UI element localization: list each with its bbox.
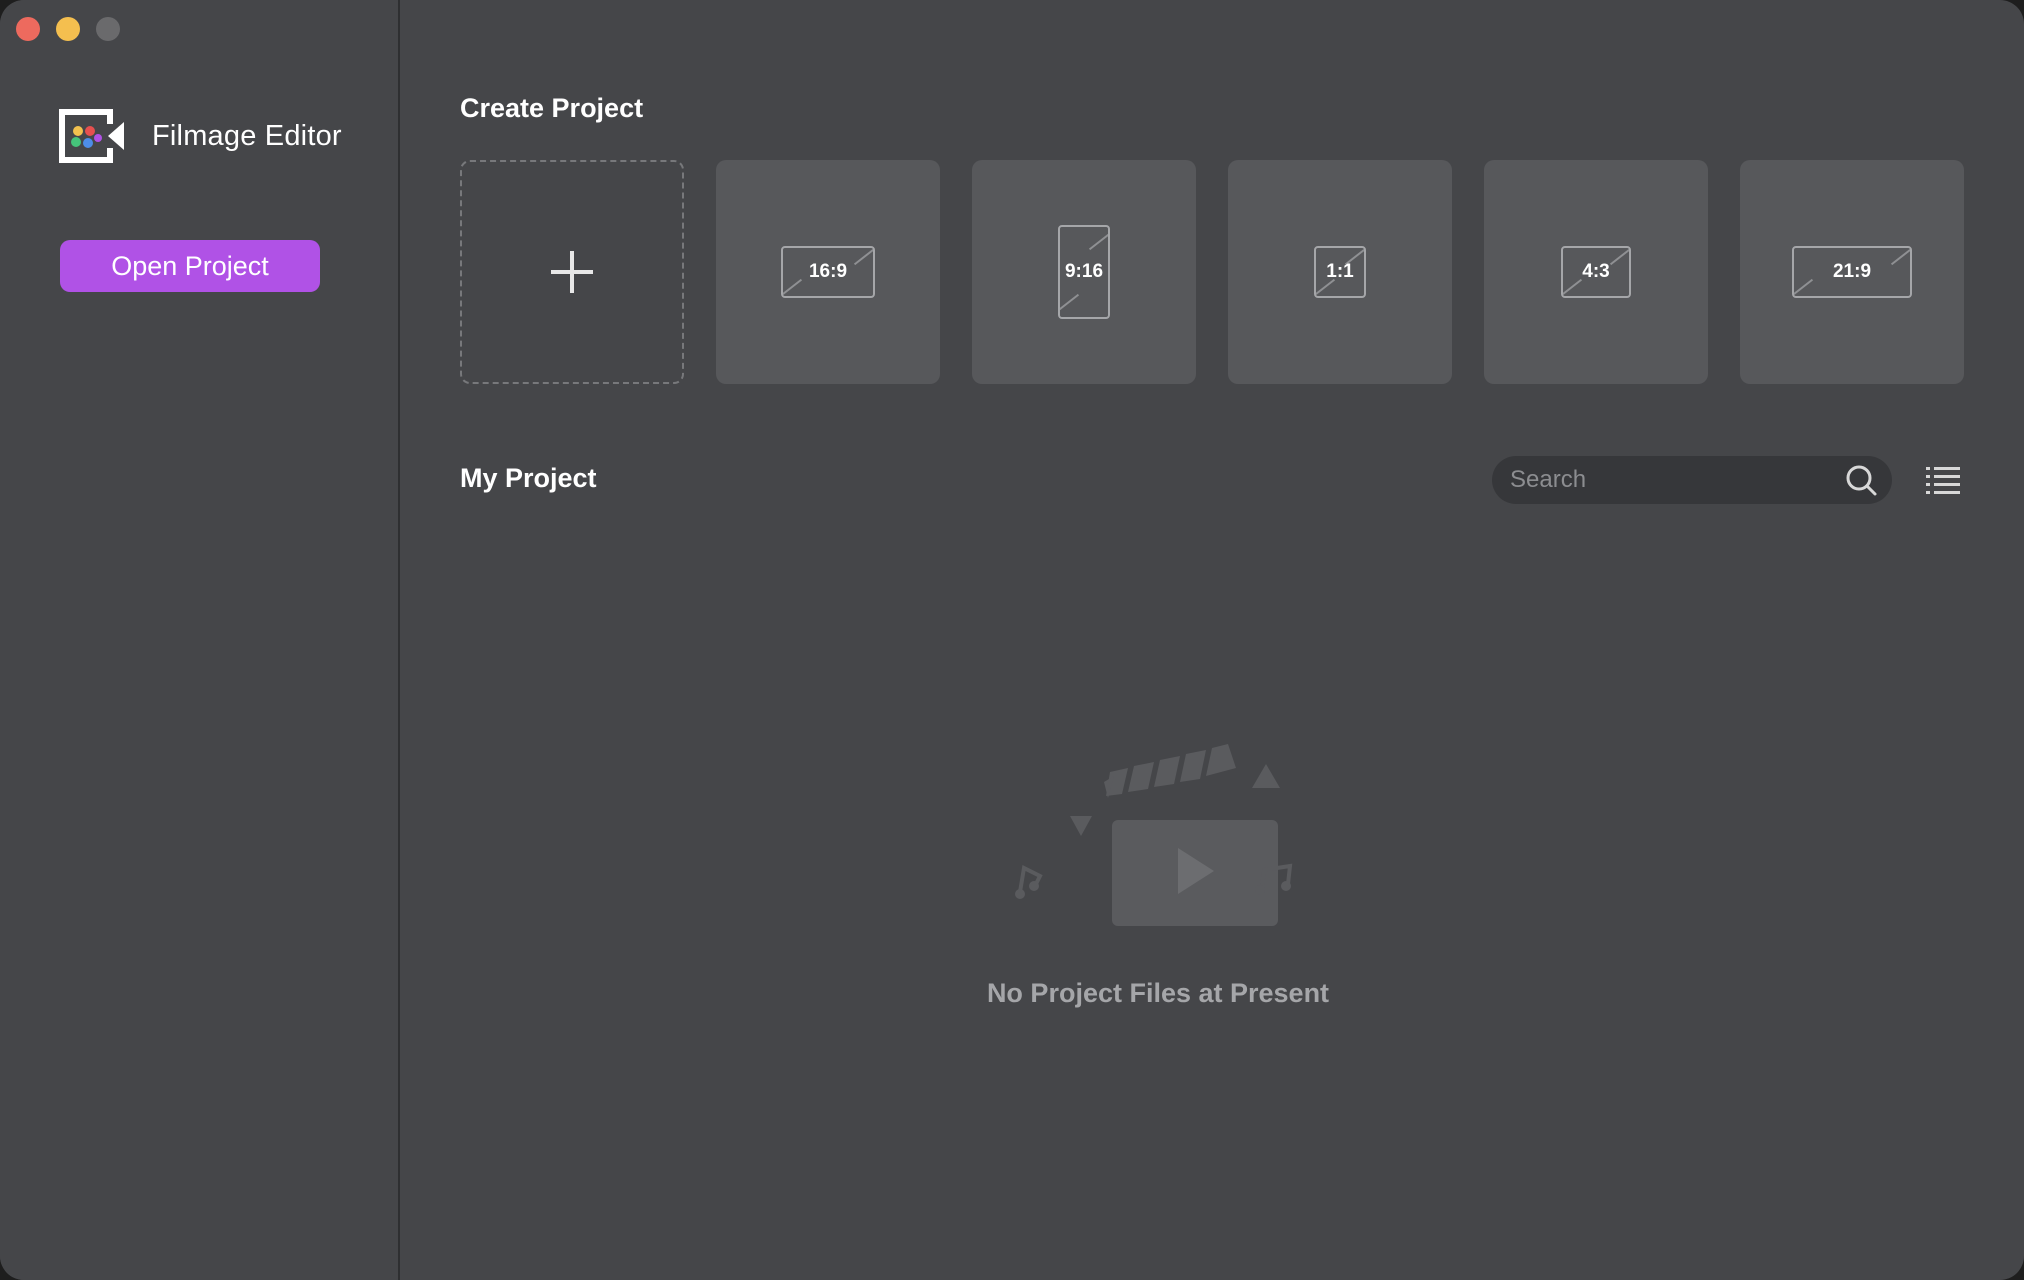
ratio-label: 21:9 <box>1832 261 1872 282</box>
ratio-label: 16:9 <box>808 261 848 282</box>
ratio-21-9-icon: 21:9 <box>1792 246 1912 298</box>
create-project-heading: Create Project <box>460 93 644 123</box>
list-view-icon[interactable] <box>1926 464 1960 496</box>
zoom-window-button[interactable] <box>96 17 120 41</box>
main-content: Create Project 16:9 9:16 1:1 4:3 21:9 My… <box>402 0 2024 1280</box>
open-project-button[interactable]: Open Project <box>60 240 320 292</box>
search-box[interactable] <box>1492 456 1892 504</box>
ratio-tile-16-9[interactable]: 16:9 <box>716 160 940 384</box>
search-input[interactable] <box>1508 465 1844 495</box>
plus-icon <box>551 251 593 293</box>
close-window-button[interactable] <box>16 17 40 41</box>
ratio-tile-9-16[interactable]: 9:16 <box>972 160 1196 384</box>
ratio-tile-4-3[interactable]: 4:3 <box>1484 160 1708 384</box>
sidebar: Filmage Editor Open Project <box>0 0 400 1280</box>
ratio-tile-21-9[interactable]: 21:9 <box>1740 160 1964 384</box>
app-brand: Filmage Editor <box>58 108 342 164</box>
app-window: Filmage Editor Open Project Create Proje… <box>0 0 2024 1280</box>
ratio-label: 4:3 <box>1582 261 1610 282</box>
new-project-tile[interactable] <box>460 160 684 384</box>
app-logo-icon <box>59 109 124 163</box>
empty-state-clapperboard-icon <box>1015 744 1293 926</box>
ratio-label: 1:1 <box>1326 261 1354 282</box>
minimize-window-button[interactable] <box>56 17 80 41</box>
ratio-16-9-icon: 16:9 <box>781 246 875 298</box>
ratio-9-16-icon: 9:16 <box>1058 225 1110 319</box>
empty-state-message: No Project Files at Present <box>986 978 1330 1008</box>
ratio-1-1-icon: 1:1 <box>1314 246 1366 298</box>
ratio-tile-1-1[interactable]: 1:1 <box>1228 160 1452 384</box>
ratio-label: 9:16 <box>1064 261 1104 282</box>
search-icon[interactable] <box>1844 463 1878 497</box>
create-project-tiles: 16:9 9:16 1:1 4:3 21:9 <box>460 160 1964 384</box>
my-project-heading: My Project <box>460 463 597 493</box>
app-name: Filmage Editor <box>152 119 342 152</box>
ratio-4-3-icon: 4:3 <box>1561 246 1631 298</box>
